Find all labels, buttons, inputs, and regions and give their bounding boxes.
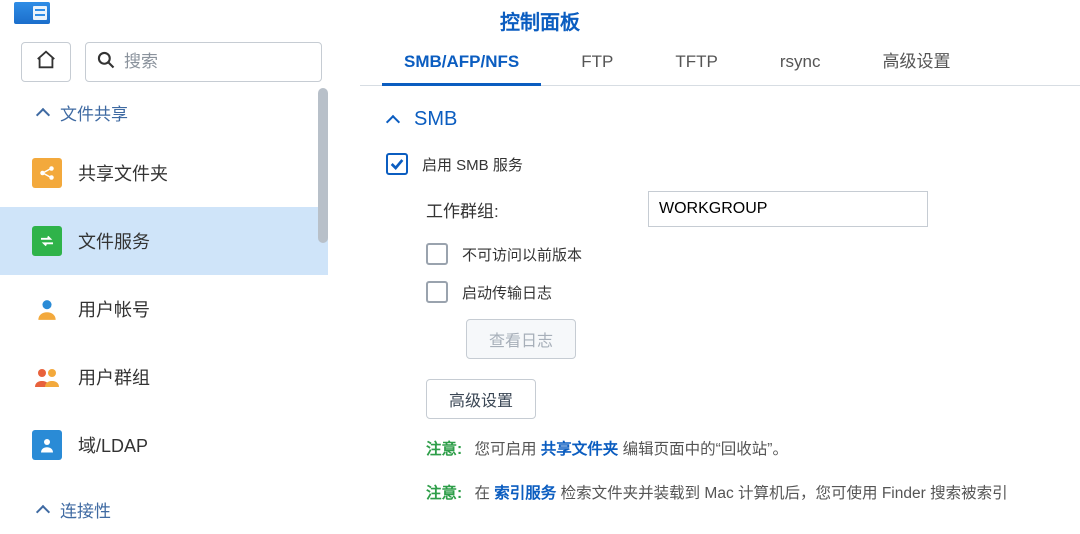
link-shared-folder[interactable]: 共享文件夹 xyxy=(541,441,619,458)
tab-ftp[interactable]: FTP xyxy=(559,40,635,85)
home-button[interactable] xyxy=(21,42,71,82)
sidebar-section-connectivity[interactable]: 连接性 xyxy=(0,485,328,534)
search-icon xyxy=(96,50,116,74)
sidebar-item-shared-folder[interactable]: 共享文件夹 xyxy=(0,139,328,207)
checkbox-label: 启动传输日志 xyxy=(462,282,552,303)
window-title: 控制面板 xyxy=(0,6,1080,35)
main-panel: SMB/AFP/NFS FTP TFTP rsync 高级设置 SMB 启用 S… xyxy=(360,40,1080,534)
group-icon xyxy=(32,362,62,392)
section-label: 连接性 xyxy=(60,497,111,522)
chevron-up-icon xyxy=(36,503,50,517)
workgroup-input[interactable] xyxy=(648,191,928,227)
sidebar-item-label: 用户群组 xyxy=(78,364,150,390)
chevron-up-icon xyxy=(386,113,400,127)
home-icon xyxy=(35,49,57,75)
folder-share-icon xyxy=(32,158,62,188)
sidebar-item-group[interactable]: 用户群组 xyxy=(0,343,328,411)
sidebar-item-domain-ldap[interactable]: 域/LDAP xyxy=(0,411,328,479)
scrollbar[interactable] xyxy=(318,88,328,243)
chevron-up-icon xyxy=(36,106,50,120)
note-recycle: 注意: 您可启用 共享文件夹 编辑页面中的“回收站”。 xyxy=(426,437,1070,463)
sidebar-item-label: 域/LDAP xyxy=(78,432,148,458)
note-index: 注意: 在 索引服务 检索文件夹并装载到 Mac 计算机后，您可使用 Finde… xyxy=(426,481,1070,507)
note-label: 注意: xyxy=(426,441,462,458)
sidebar-item-label: 文件服务 xyxy=(78,228,150,254)
tab-rsync[interactable]: rsync xyxy=(758,40,843,85)
sidebar-section-fileshare[interactable]: 文件共享 xyxy=(0,88,328,139)
sidebar-item-file-services[interactable]: 文件服务 xyxy=(0,207,328,275)
view-log-button: 查看日志 xyxy=(466,319,576,359)
sidebar: 文件共享 共享文件夹 文件服务 用户帐号 用户群组 xyxy=(0,88,328,534)
sidebar-item-user[interactable]: 用户帐号 xyxy=(0,275,328,343)
workgroup-label: 工作群组: xyxy=(426,197,648,222)
tab-smb-afp-nfs[interactable]: SMB/AFP/NFS xyxy=(382,40,541,85)
checkbox-enable-smb[interactable] xyxy=(386,153,408,175)
tab-advanced[interactable]: 高级设置 xyxy=(860,40,972,85)
tabs: SMB/AFP/NFS FTP TFTP rsync 高级设置 xyxy=(360,40,1080,86)
checkbox-disable-prev[interactable] xyxy=(426,243,448,265)
file-services-icon xyxy=(32,226,62,256)
checkbox-label: 启用 SMB 服务 xyxy=(422,154,523,175)
panel-title: SMB xyxy=(414,108,457,131)
section-label: 文件共享 xyxy=(60,100,128,125)
note-label: 注意: xyxy=(426,485,462,502)
checkbox-label: 不可访问以前版本 xyxy=(462,244,582,265)
search-input[interactable] xyxy=(124,52,345,72)
search-box[interactable] xyxy=(85,42,322,82)
tab-tftp[interactable]: TFTP xyxy=(653,40,740,85)
user-icon xyxy=(32,294,62,324)
ldap-icon xyxy=(32,430,62,460)
sidebar-item-label: 用户帐号 xyxy=(78,296,150,322)
link-index-service[interactable]: 索引服务 xyxy=(494,485,556,502)
smb-advanced-button[interactable]: 高级设置 xyxy=(426,379,536,419)
sidebar-item-label: 共享文件夹 xyxy=(78,160,168,186)
panel-header-smb[interactable]: SMB xyxy=(386,108,1070,131)
checkbox-enable-log[interactable] xyxy=(426,281,448,303)
